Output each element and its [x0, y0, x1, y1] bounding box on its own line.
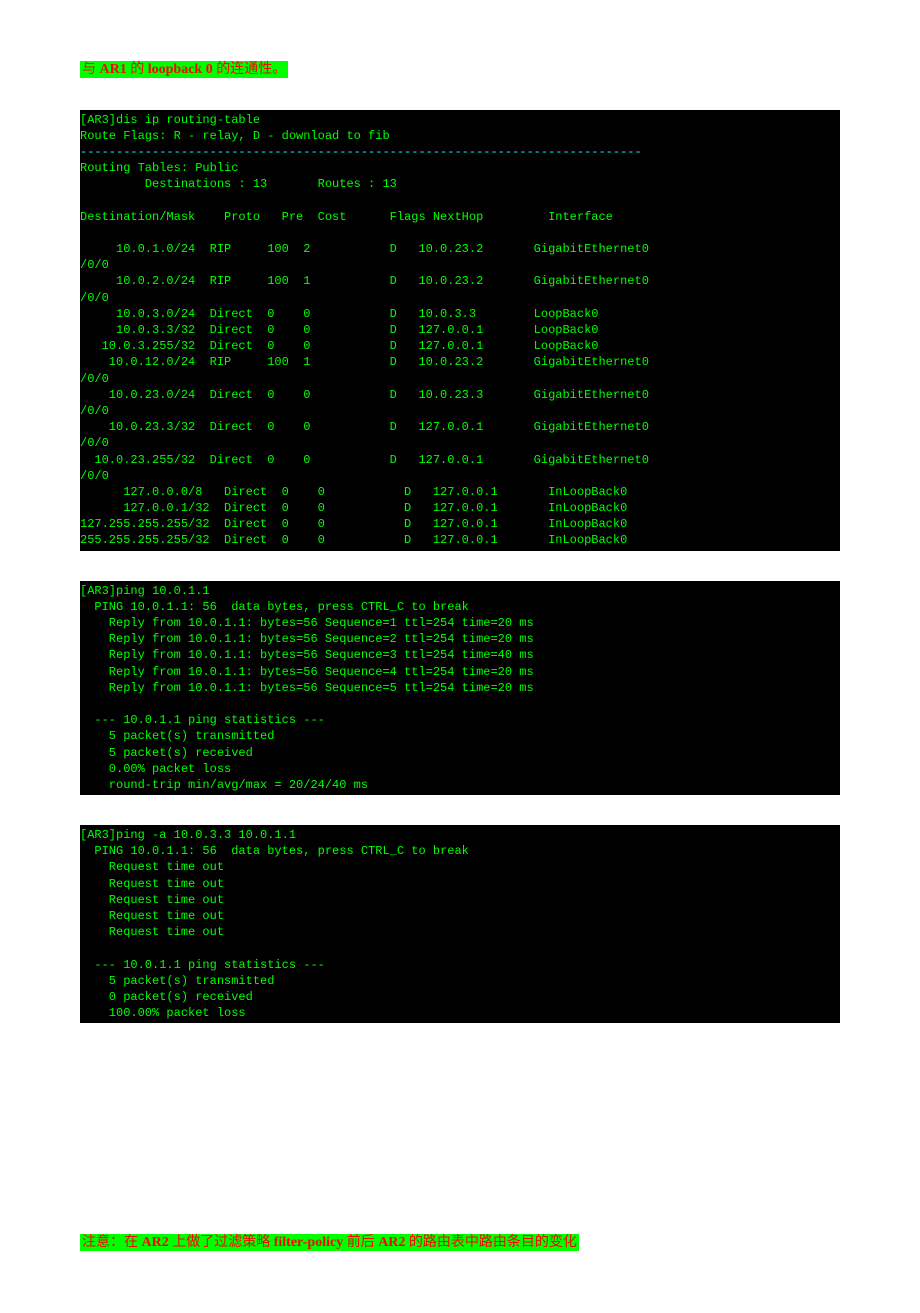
- iface-cont: /0/0: [80, 291, 109, 305]
- iface-cont: /0/0: [80, 372, 109, 386]
- route-row: 10.0.1.0/24 RIP 100 2 D 10.0.23.2 Gigabi…: [80, 242, 649, 256]
- ping-reply: Reply from 10.0.1.1: bytes=56 Sequence=4…: [80, 665, 534, 679]
- ping-header: PING 10.0.1.1: 56 data bytes, press CTRL…: [80, 844, 469, 858]
- route-row: 10.0.3.255/32 Direct 0 0 D 127.0.0.1 Loo…: [80, 339, 598, 353]
- route-row: 127.255.255.255/32 Direct 0 0 D 127.0.0.…: [80, 517, 627, 531]
- ping-stats-header: --- 10.0.1.1 ping statistics ---: [80, 713, 325, 727]
- ping-header: PING 10.0.1.1: 56 data bytes, press CTRL…: [80, 600, 469, 614]
- ping-stats: 0.00% packet loss: [80, 762, 231, 776]
- ping-stats: 100.00% packet loss: [80, 1006, 246, 1020]
- ping-stats: 5 packet(s) received: [80, 746, 253, 760]
- highlight-text-2: 注意：在 AR2 上做了过滤策略 filter-policy 前后 AR2 的路…: [80, 1234, 579, 1251]
- route-row: 10.0.2.0/24 RIP 100 1 D 10.0.23.2 Gigabi…: [80, 274, 649, 288]
- table-header: Destination/Mask Proto Pre Cost Flags Ne…: [80, 210, 613, 224]
- route-row: 10.0.23.0/24 Direct 0 0 D 10.0.23.3 Giga…: [80, 388, 649, 402]
- ping-stats: 5 packet(s) transmitted: [80, 729, 274, 743]
- ping-stats: 0 packet(s) received: [80, 990, 253, 1004]
- cmd-line: [AR3]ping -a 10.0.3.3 10.0.1.1: [80, 828, 296, 842]
- route-row: 10.0.23.255/32 Direct 0 0 D 127.0.0.1 Gi…: [80, 453, 649, 467]
- ping-timeout: Request time out: [80, 909, 224, 923]
- iface-cont: /0/0: [80, 436, 109, 450]
- route-row: 10.0.12.0/24 RIP 100 1 D 10.0.23.2 Gigab…: [80, 355, 649, 369]
- terminal-routing-table: [AR3]dis ip routing-table Route Flags: R…: [80, 110, 840, 551]
- document-page: 与 AR1 的 loopback 0 的连通性。 [AR3]dis ip rou…: [0, 0, 920, 1313]
- flags-line: Route Flags: R - relay, D - download to …: [80, 129, 390, 143]
- highlight-text-1: 与 AR1 的 loopback 0 的连通性。: [80, 61, 288, 78]
- route-row: 127.0.0.0/8 Direct 0 0 D 127.0.0.1 InLoo…: [80, 485, 627, 499]
- route-row: 10.0.3.3/32 Direct 0 0 D 127.0.0.1 LoopB…: [80, 323, 598, 337]
- separator-line: ----------------------------------------…: [80, 145, 642, 159]
- ping-reply: Reply from 10.0.1.1: bytes=56 Sequence=5…: [80, 681, 534, 695]
- ping-reply: Reply from 10.0.1.1: bytes=56 Sequence=2…: [80, 632, 534, 646]
- ping-reply: Reply from 10.0.1.1: bytes=56 Sequence=3…: [80, 648, 534, 662]
- ping-stats-header: --- 10.0.1.1 ping statistics ---: [80, 958, 325, 972]
- ping-timeout: Request time out: [80, 893, 224, 907]
- ping-timeout: Request time out: [80, 877, 224, 891]
- cmd-line: [AR3]dis ip routing-table: [80, 113, 260, 127]
- ping-stats: 5 packet(s) transmitted: [80, 974, 274, 988]
- terminal-ping-fail: [AR3]ping -a 10.0.3.3 10.0.1.1 PING 10.0…: [80, 825, 840, 1023]
- route-row: 10.0.23.3/32 Direct 0 0 D 127.0.0.1 Giga…: [80, 420, 649, 434]
- iface-cont: /0/0: [80, 469, 109, 483]
- route-row: 10.0.3.0/24 Direct 0 0 D 10.0.3.3 LoopBa…: [80, 307, 598, 321]
- iface-cont: /0/0: [80, 404, 109, 418]
- iface-cont: /0/0: [80, 258, 109, 272]
- route-row: 127.0.0.1/32 Direct 0 0 D 127.0.0.1 InLo…: [80, 501, 627, 515]
- terminal-ping-success: [AR3]ping 10.0.1.1 PING 10.0.1.1: 56 dat…: [80, 581, 840, 795]
- ping-reply: Reply from 10.0.1.1: bytes=56 Sequence=1…: [80, 616, 534, 630]
- table-title: Routing Tables: Public: [80, 161, 238, 175]
- ping-stats: round-trip min/avg/max = 20/24/40 ms: [80, 778, 368, 792]
- route-row: 255.255.255.255/32 Direct 0 0 D 127.0.0.…: [80, 533, 627, 547]
- ping-timeout: Request time out: [80, 860, 224, 874]
- ping-timeout: Request time out: [80, 925, 224, 939]
- spacer: [80, 1033, 840, 1233]
- table-counts: Destinations : 13 Routes : 13: [80, 177, 397, 191]
- cmd-line: [AR3]ping 10.0.1.1: [80, 584, 210, 598]
